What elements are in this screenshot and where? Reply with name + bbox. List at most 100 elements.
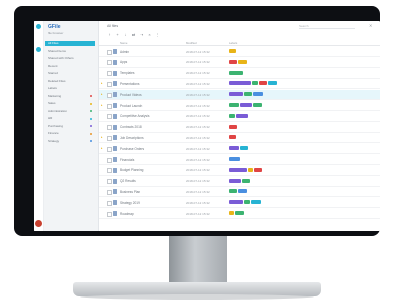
home-icon[interactable] <box>36 24 41 29</box>
label-tag[interactable] <box>229 135 236 140</box>
avatar[interactable] <box>35 220 42 227</box>
sidebar-item[interactable]: Sales <box>45 101 95 106</box>
table-row[interactable]: Strategy 2019 2018-07-12 15:32 <box>99 198 380 209</box>
upload-icon[interactable]: ↑ <box>107 32 112 37</box>
label-tag[interactable] <box>251 200 261 205</box>
label-tag[interactable] <box>229 178 241 183</box>
label-tag[interactable] <box>229 200 243 205</box>
sidebar-item[interactable]: Shared with Others <box>45 56 95 61</box>
row-checkbox[interactable] <box>107 179 112 185</box>
row-checkbox[interactable] <box>107 157 112 163</box>
row-checkbox[interactable] <box>107 60 112 66</box>
download-icon[interactable]: ↓ <box>123 32 128 37</box>
file-name[interactable]: Templates <box>120 71 135 75</box>
search-input[interactable]: Search <box>299 24 355 29</box>
file-name[interactable]: Apps <box>120 60 127 64</box>
table-row[interactable]: Q2 Results 2018-07-12 15:32 <box>99 177 380 187</box>
close-icon[interactable]: ✕ <box>369 23 372 28</box>
row-checkbox[interactable] <box>107 103 112 109</box>
sidebar-item[interactable]: Shared Items <box>45 49 95 54</box>
row-checkbox[interactable] <box>107 135 112 141</box>
label-tag[interactable] <box>238 189 247 194</box>
label-tag[interactable] <box>244 200 250 205</box>
row-checkbox[interactable] <box>107 146 112 152</box>
sidebar-item[interactable]: Starred <box>45 71 95 76</box>
label-tag[interactable] <box>229 146 239 151</box>
label-tag[interactable] <box>238 59 247 64</box>
table-row[interactable]: ▸ Job Descriptions 2018-07-12 15:32 <box>99 133 380 144</box>
label-tag[interactable] <box>240 146 248 151</box>
row-checkbox[interactable] <box>107 189 112 195</box>
label-tag[interactable] <box>253 92 263 97</box>
label-tag[interactable] <box>229 49 236 53</box>
table-row[interactable]: Apps 2018-07-12 15:32 <box>99 58 380 68</box>
sidebar-item[interactable]: Labels <box>45 86 95 91</box>
table-row[interactable]: Admin 2018-07-12 15:32 <box>99 47 380 57</box>
label-tag[interactable] <box>229 70 243 75</box>
table-row[interactable]: Contracts 2018 2018-07-12 15:32 <box>99 123 380 133</box>
label-tag[interactable] <box>244 92 252 97</box>
label-tag[interactable] <box>235 211 244 215</box>
label-tag[interactable] <box>229 92 243 97</box>
label-tag[interactable] <box>229 124 237 129</box>
file-name[interactable]: Business Plan <box>120 190 140 194</box>
sidebar-item[interactable]: Recent <box>45 64 95 69</box>
file-name[interactable]: Job Descriptions <box>120 136 144 140</box>
label-tag[interactable] <box>254 167 262 172</box>
sidebar-item[interactable]: HR <box>45 116 95 121</box>
file-name[interactable]: Admin <box>120 50 129 54</box>
row-checkbox[interactable] <box>107 92 112 98</box>
label-tag[interactable] <box>242 178 250 183</box>
file-name[interactable]: Strategy 2019 <box>120 201 140 205</box>
files-icon[interactable] <box>36 47 41 52</box>
label-tag[interactable] <box>236 113 248 118</box>
file-name[interactable]: Product Videos <box>120 93 142 97</box>
label-tag[interactable] <box>229 167 247 172</box>
table-row[interactable]: Budget Planning 2018-07-12 15:32 <box>99 166 380 176</box>
label-tag[interactable] <box>268 81 277 86</box>
file-name[interactable]: Competitive Analysis <box>120 114 149 118</box>
expand-icon[interactable]: ▸ <box>101 81 103 85</box>
row-checkbox[interactable] <box>107 200 112 206</box>
expand-icon[interactable]: ▸ <box>101 92 103 96</box>
column-tags[interactable]: Labels <box>229 41 237 45</box>
label-tag[interactable] <box>259 81 267 86</box>
file-name[interactable]: Financials <box>120 158 134 162</box>
label-tag[interactable] <box>240 103 252 107</box>
label-tag[interactable] <box>248 167 253 172</box>
expand-icon[interactable]: ▸ <box>101 103 103 107</box>
file-name[interactable]: Roadmap <box>120 212 134 216</box>
sidebar-item[interactable]: Administration <box>45 109 95 114</box>
label-tag[interactable] <box>229 189 237 194</box>
table-row[interactable]: ▸ Product Launch 2018-07-12 15:32 <box>99 101 380 111</box>
sidebar-item[interactable]: Purchasing <box>45 124 95 129</box>
expand-icon[interactable]: ▸ <box>101 146 103 150</box>
row-checkbox[interactable] <box>107 211 112 217</box>
row-checkbox[interactable] <box>107 125 112 131</box>
sidebar-item[interactable]: Strategy <box>45 139 95 144</box>
table-row[interactable]: ▸ Product Videos 2018-07-12 15:32 <box>99 90 380 101</box>
row-checkbox[interactable] <box>107 49 112 55</box>
sidebar-item[interactable]: Marketing <box>45 94 95 99</box>
row-checkbox[interactable] <box>107 168 112 174</box>
file-name[interactable]: Q2 Results <box>120 179 136 183</box>
sidebar-item[interactable]: All Files <box>45 41 95 46</box>
sidebar-item[interactable]: Finance <box>45 131 95 136</box>
table-row[interactable]: ▸ Presentations 2018-07-12 15:32 <box>99 79 380 90</box>
label-tag[interactable] <box>229 59 237 64</box>
label-tag[interactable] <box>229 103 239 107</box>
more-icon[interactable]: ⋮ <box>155 32 160 37</box>
table-row[interactable]: Competitive Analysis 2018-07-12 15:32 <box>99 112 380 122</box>
sidebar-item[interactable]: Deleted Files <box>45 79 95 84</box>
file-name[interactable]: Product Launch <box>120 104 142 108</box>
label-tag[interactable] <box>229 157 240 161</box>
file-name[interactable]: Budget Planning <box>120 168 143 172</box>
row-checkbox[interactable] <box>107 114 112 120</box>
label-tag[interactable] <box>252 81 258 86</box>
new-folder-icon[interactable]: + <box>115 32 120 37</box>
move-icon[interactable]: ⇢ <box>139 32 144 37</box>
file-name[interactable]: Contracts 2018 <box>120 125 142 129</box>
table-row[interactable]: Business Plan 2018-07-12 15:32 <box>99 187 380 198</box>
label-tag[interactable] <box>229 211 234 215</box>
file-name[interactable]: Purchase Orders <box>120 147 144 151</box>
